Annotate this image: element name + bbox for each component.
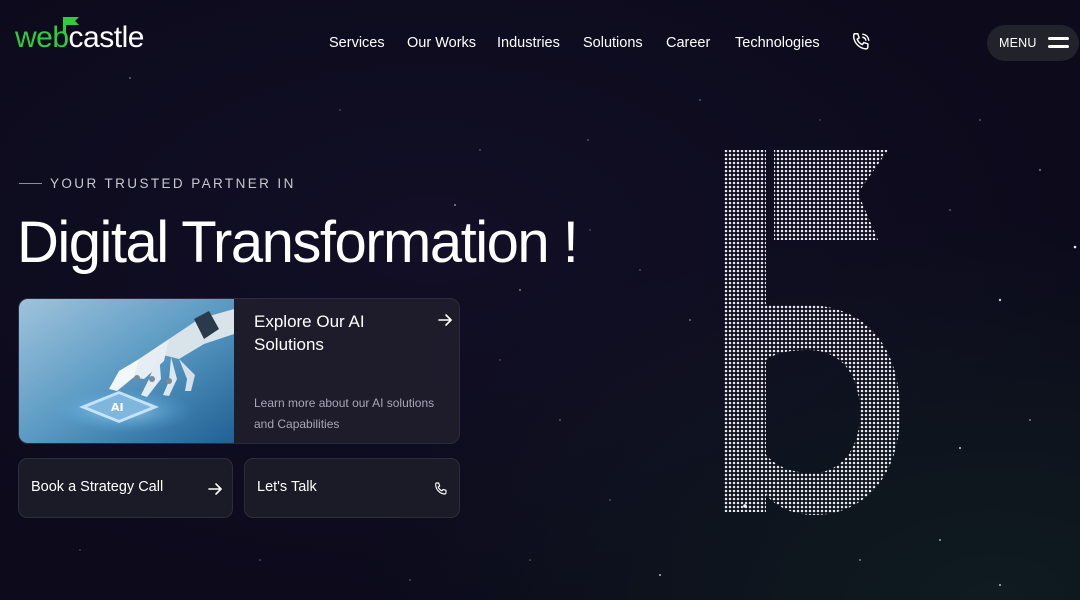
menu-label: MENU bbox=[999, 36, 1037, 50]
phone-icon[interactable] bbox=[850, 31, 872, 53]
nav-item-services[interactable]: Services bbox=[329, 31, 385, 55]
arrow-right-icon bbox=[208, 483, 222, 495]
explore-ai-card[interactable]: AI Explore Our AI Solutions Learn more a… bbox=[18, 298, 460, 444]
lets-talk-label: Let's Talk bbox=[257, 479, 317, 495]
nav-item-career[interactable]: Career bbox=[666, 31, 710, 55]
nav-item-technologies[interactable]: Technologies bbox=[735, 31, 820, 55]
hero-eyebrow: YOUR TRUSTED PARTNER IN bbox=[19, 176, 296, 191]
arrow-right-icon bbox=[438, 314, 452, 326]
eyebrow-line bbox=[19, 183, 42, 184]
nav-item-our-works[interactable]: Our Works bbox=[407, 31, 476, 55]
ai-card-description: Learn more about our AI solutions and Ca… bbox=[254, 396, 435, 431]
lets-talk-button[interactable]: Let's Talk bbox=[244, 458, 460, 518]
book-strategy-call-label: Book a Strategy Call bbox=[31, 479, 164, 495]
eyebrow-text: YOUR TRUSTED PARTNER IN bbox=[50, 176, 296, 191]
hamburger-icon bbox=[1048, 37, 1069, 49]
phone-icon bbox=[435, 482, 447, 495]
svg-text:AI: AI bbox=[111, 401, 124, 414]
nav-item-solutions[interactable]: Solutions bbox=[583, 31, 643, 55]
page: web castle Services Our Works Industries … bbox=[0, 0, 1080, 600]
hero-title: Digital Transformation ! bbox=[17, 210, 579, 275]
webcastle-b-logo-graphic bbox=[720, 145, 905, 520]
ai-card-title: Explore Our AI Solutions bbox=[254, 312, 365, 354]
main-nav: Services Our Works Industries Solutions … bbox=[0, 31, 1080, 55]
menu-button[interactable]: MENU bbox=[987, 25, 1079, 61]
robot-hand-ai-chip-image: AI bbox=[19, 299, 234, 443]
book-strategy-call-button[interactable]: Book a Strategy Call bbox=[18, 458, 233, 518]
nav-item-industries[interactable]: Industries bbox=[497, 31, 560, 55]
